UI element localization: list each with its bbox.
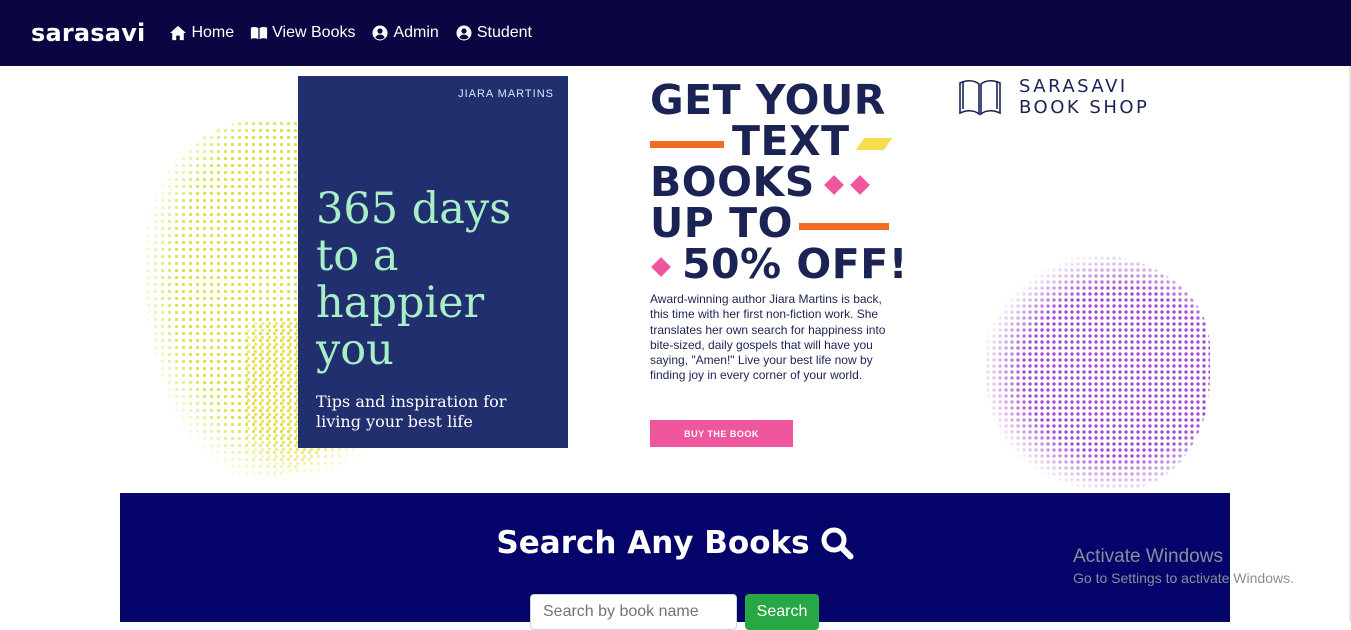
promo-text-discount: 50% OFF!	[682, 240, 908, 288]
promo-line-1: GET YOUR	[650, 80, 910, 121]
navbar: sarasavi Home View Books Admin Student	[0, 0, 1351, 66]
brand-logo[interactable]: sarasavi	[31, 19, 145, 47]
nav-student[interactable]: Student	[455, 24, 532, 42]
home-icon	[170, 25, 187, 41]
nav-admin[interactable]: Admin	[371, 24, 439, 42]
pink-diamond	[823, 175, 844, 195]
book-open-icon	[251, 26, 268, 40]
search-button[interactable]: Search	[745, 594, 819, 630]
book-subtitle: Tips and inspiration for living your bes…	[316, 392, 507, 431]
search-heading-text: Search Any Books	[496, 525, 810, 561]
promo-line-3: BOOKS	[650, 162, 910, 203]
nav-home-label: Home	[191, 24, 235, 41]
activate-windows-watermark: Activate Windows Go to Settings to activ…	[1073, 546, 1294, 587]
open-book-icon	[959, 80, 1001, 116]
buy-the-book-button[interactable]: BUY THE BOOK	[650, 420, 793, 447]
purple-dot-pattern	[985, 255, 1210, 490]
search-input[interactable]	[530, 594, 737, 630]
user-circle-icon	[456, 25, 472, 41]
search-icon	[821, 527, 854, 560]
promo-line-5: 50% OFF!	[650, 244, 910, 285]
orange-bar	[798, 222, 889, 230]
nav-student-label: Student	[476, 24, 532, 41]
search-section: Search Any Books Search	[120, 493, 1230, 630]
search-heading: Search Any Books	[120, 525, 1230, 561]
shop-name-line1: SARASAVI	[1019, 76, 1128, 97]
shop-name: SARASAVI BOOK SHOP	[1019, 76, 1149, 118]
user-circle-icon	[372, 25, 388, 41]
shop-name-line2: BOOK SHOP	[1019, 97, 1150, 118]
nav-view-books[interactable]: View Books	[250, 24, 355, 42]
book-author: JIARA MARTINS	[458, 88, 554, 100]
book-cover: JIARA MARTINS 365 days to a happier you …	[298, 76, 568, 448]
nav-admin-label: Admin	[393, 24, 439, 41]
promo-line-4: UP TO	[650, 203, 910, 244]
promo-line-2: TEXT	[650, 121, 910, 162]
book-title: 365 days to a happier you	[316, 184, 512, 375]
yellow-parallelogram	[855, 138, 892, 150]
orange-bar	[650, 140, 724, 148]
nav-home[interactable]: Home	[169, 24, 234, 42]
promo-description: Award-winning author Jiara Martins is ba…	[650, 292, 886, 383]
nav-view-books-label: View Books	[272, 24, 356, 41]
pink-diamond	[651, 257, 671, 277]
pink-diamond	[849, 175, 870, 195]
watermark-subtitle: Go to Settings to activate Windows.	[1073, 570, 1294, 586]
watermark-title: Activate Windows	[1073, 546, 1223, 567]
shop-logo: SARASAVI BOOK SHOP	[957, 76, 1149, 118]
promo-headline: GET YOUR TEXT BOOKS UP TO 50% OFF!	[650, 80, 910, 285]
